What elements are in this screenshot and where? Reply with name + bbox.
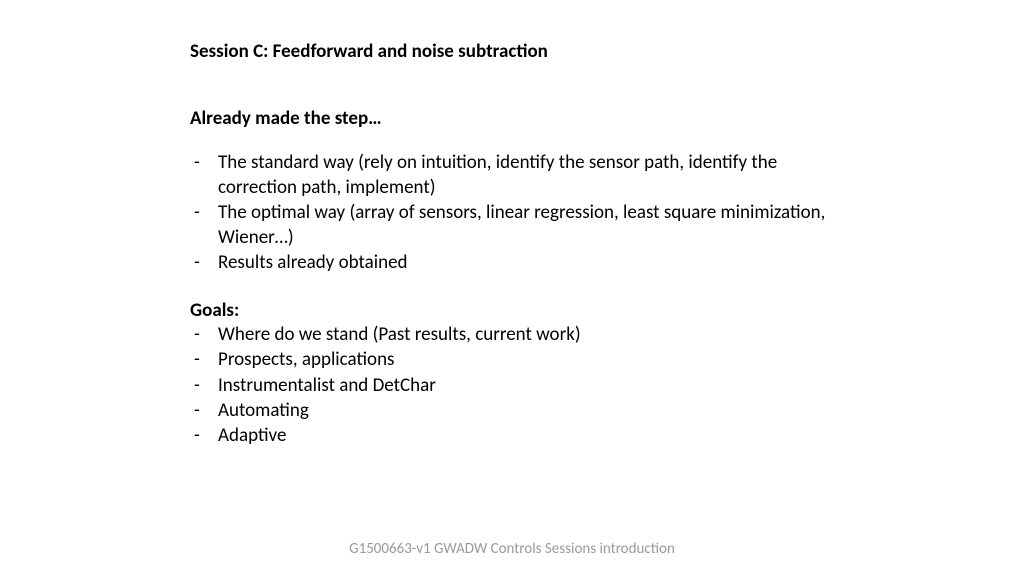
- list-item: Automating: [190, 398, 834, 423]
- list-item: Where do we stand (Past results, current…: [190, 322, 834, 347]
- slide-title: Session C: Feedforward and noise subtrac…: [190, 40, 834, 63]
- goals-heading: Goals:: [190, 299, 834, 322]
- goals-list: Where do we stand (Past results, current…: [190, 322, 834, 447]
- slide-content: Session C: Feedforward and noise subtrac…: [0, 0, 1024, 448]
- slide-footer: G1500663-v1 GWADW Controls Sessions intr…: [0, 540, 1024, 558]
- list-item: Adaptive: [190, 423, 834, 448]
- list-item: The standard way (rely on intuition, ide…: [190, 150, 834, 200]
- step-list: The standard way (rely on intuition, ide…: [190, 150, 834, 275]
- list-item: Prospects, applications: [190, 347, 834, 372]
- list-item: The optimal way (array of sensors, linea…: [190, 200, 834, 250]
- list-item: Results already obtained: [190, 250, 834, 275]
- subtitle-text: Already made the step…: [190, 107, 834, 130]
- list-item: Instrumentalist and DetChar: [190, 373, 834, 398]
